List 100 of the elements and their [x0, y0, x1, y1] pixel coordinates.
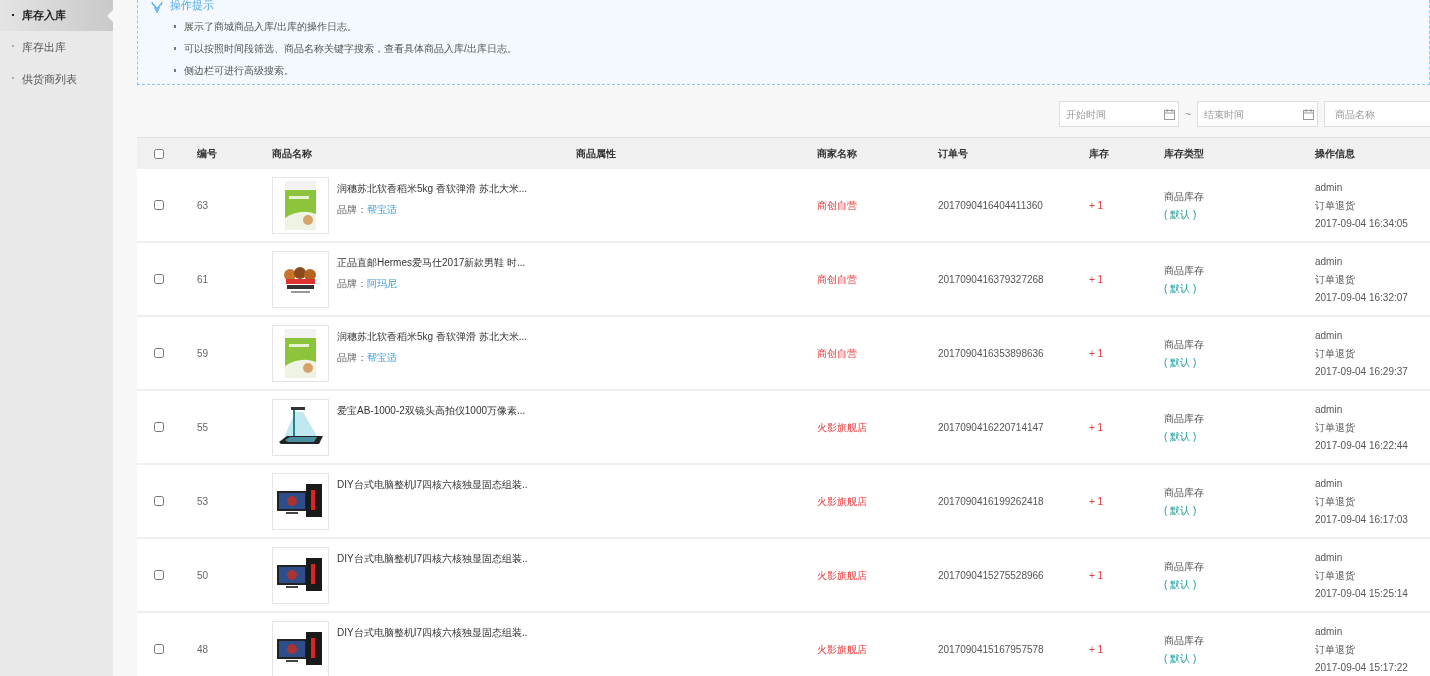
sidebar-item[interactable]: 库存入库 [0, 0, 113, 31]
tip-text: 可以按照时间段筛选、商品名称关键字搜索，查看具体商品入库/出库日志。 [184, 42, 517, 56]
table-cell: 61 [197, 273, 209, 285]
operation-type: 订单退货 [1315, 346, 1356, 361]
product-name[interactable]: DIY台式电脑整机I7四核六核独显固态组装.. [337, 477, 528, 492]
default-tag: ( 默认 ) [1164, 206, 1303, 222]
order-number: 2017090416404411360 [938, 199, 1043, 211]
column-header: 库存 [1089, 148, 1109, 159]
input-field[interactable]: 开始时间 [1059, 101, 1180, 128]
calendar-icon[interactable] [1303, 108, 1314, 120]
operation-type: 订单退货 [1315, 420, 1356, 435]
column-header: 商品属性 [576, 148, 616, 159]
operation-time: 2017-09-04 16:22:44 [1315, 438, 1409, 453]
operator-name: admin [1315, 180, 1344, 195]
operation-type: 订单退货 [1315, 272, 1356, 287]
column-header: 操作信息 [1315, 148, 1355, 159]
order-number: 2017090416220714147 [938, 421, 1044, 433]
default-tag: ( 默认 ) [1164, 280, 1303, 296]
table-cell: 50 [197, 569, 209, 581]
order-number: 2017090415167957578 [938, 643, 1044, 655]
table-cell: 48 [197, 643, 209, 655]
operation-type: 订单退货 [1315, 568, 1356, 583]
checkbox[interactable] [154, 200, 164, 210]
merchant-name: 商创自营 [817, 273, 857, 285]
stock-change: + 1 [1089, 643, 1104, 655]
checkbox[interactable] [154, 570, 164, 580]
merchant-name: 商创自营 [817, 199, 857, 211]
operation-type: 订单退货 [1315, 494, 1356, 509]
table-cell: 59 [197, 347, 209, 359]
operator-name: admin [1315, 402, 1344, 417]
default-tag: ( 默认 ) [1164, 354, 1303, 370]
stock-type: 商品库存 [1164, 485, 1205, 500]
stock-change: + 1 [1089, 421, 1104, 433]
order-number: 2017090416199262418 [938, 495, 1044, 507]
column-header: 编号 [197, 148, 217, 159]
checkbox[interactable] [154, 348, 164, 358]
default-tag: ( 默认 ) [1164, 576, 1303, 592]
column-header: 商品名称 [272, 148, 312, 159]
input-field[interactable]: 结束时间 [1197, 101, 1318, 128]
default-tag: ( 默认 ) [1164, 428, 1303, 444]
stock-change: + 1 [1089, 199, 1104, 211]
stock-type: 商品库存 [1164, 633, 1205, 648]
stock-type: 商品库存 [1164, 559, 1205, 574]
input-field[interactable]: 商品名称 [1324, 101, 1430, 128]
stock-type: 商品库存 [1164, 411, 1205, 426]
checkbox[interactable] [154, 496, 164, 506]
stock-change: + 1 [1089, 569, 1104, 581]
brand-label: 品牌： [337, 277, 367, 291]
order-number: 2017090415275528966 [938, 569, 1044, 581]
sidebar-item[interactable]: 供货商列表 [0, 63, 113, 95]
sidebar-item[interactable]: 库存出库 [0, 31, 113, 63]
operation-time: 2017-09-04 15:25:14 [1315, 586, 1409, 601]
operator-name: admin [1315, 476, 1344, 491]
default-tag: ( 默认 ) [1164, 650, 1303, 666]
merchant-name: 火影旗舰店 [817, 569, 867, 581]
merchant-name: 火影旗舰店 [817, 421, 867, 433]
merchant-name: 火影旗舰店 [817, 495, 867, 507]
checkbox[interactable] [154, 148, 164, 159]
column-header: 库存类型 [1164, 148, 1204, 159]
tip-text: 展示了商城商品入库/出库的操作日志。 [184, 20, 357, 34]
table-cell: 53 [197, 495, 209, 507]
operator-name: admin [1315, 624, 1344, 639]
order-number: 2017090416353898636 [938, 347, 1044, 359]
product-name[interactable]: 润穗苏北软香稻米5kg 香软弹滑 苏北大米... [337, 329, 527, 344]
order-number: 2017090416379327268 [938, 273, 1044, 285]
tips-title: 操作提示 [170, 0, 214, 11]
operator-name: admin [1315, 328, 1344, 343]
stock-change: + 1 [1089, 273, 1104, 285]
product-name[interactable]: 润穗苏北软香稻米5kg 香软弹滑 苏北大米... [337, 181, 527, 196]
calendar-icon[interactable] [1164, 108, 1176, 120]
product-name[interactable]: DIY台式电脑整机I7四核六核独显固态组装.. [337, 625, 528, 640]
table-cell: 55 [197, 421, 209, 433]
checkbox[interactable] [154, 422, 164, 432]
checkbox[interactable] [154, 274, 164, 284]
default-tag: ( 默认 ) [1164, 502, 1303, 518]
operation-type: 订单退货 [1315, 198, 1356, 213]
stock-type: 商品库存 [1164, 337, 1205, 352]
product-name[interactable]: DIY台式电脑整机I7四核六核独显固态组装.. [337, 551, 528, 566]
operation-time: 2017-09-04 16:34:05 [1315, 216, 1409, 231]
product-name[interactable]: 爱宝AB-1000-2双镜头高拍仪1000万像素... [337, 403, 526, 418]
product-name[interactable]: 正品直邮Hermes爱马仕2017新款男鞋 时... [337, 255, 526, 270]
column-header: 订单号 [938, 148, 968, 159]
range-separator: ~ [1185, 107, 1191, 122]
column-header: 商家名称 [817, 148, 857, 159]
brand-label: 品牌： [337, 203, 367, 217]
operation-time: 2017-09-04 16:29:37 [1315, 364, 1409, 379]
table-cell: 63 [197, 199, 209, 211]
operation-time: 2017-09-04 16:32:07 [1315, 290, 1409, 305]
brand-label: 品牌： [337, 351, 367, 365]
operation-type: 订单退货 [1315, 642, 1356, 657]
operator-name: admin [1315, 254, 1344, 269]
merchant-name: 火影旗舰店 [817, 643, 867, 655]
operation-time: 2017-09-04 15:17:22 [1315, 660, 1409, 675]
stock-type: 商品库存 [1164, 263, 1205, 278]
stock-change: + 1 [1089, 347, 1104, 359]
checkbox[interactable] [154, 644, 164, 654]
operation-time: 2017-09-04 16:17:03 [1315, 512, 1409, 527]
operator-name: admin [1315, 550, 1344, 565]
tip-text: 侧边栏可进行高级搜索。 [184, 64, 294, 78]
stock-change: + 1 [1089, 495, 1104, 507]
